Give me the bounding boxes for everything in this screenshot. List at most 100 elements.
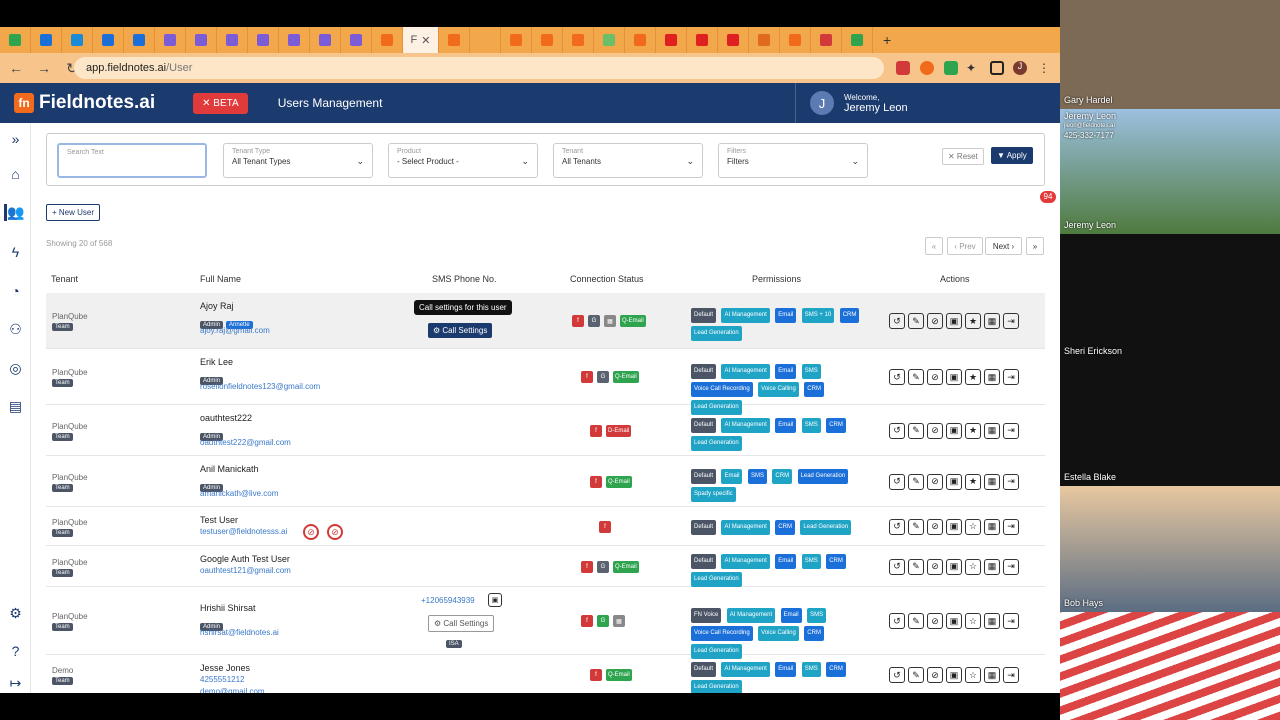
browser-tab[interactable] <box>310 27 341 53</box>
browser-tab[interactable] <box>341 27 372 53</box>
calendar-icon[interactable]: ▦ <box>984 369 1000 385</box>
block-icon[interactable]: ⊘ <box>927 667 943 683</box>
browser-tab[interactable] <box>718 27 749 53</box>
next-page-button[interactable]: Next › <box>985 237 1022 255</box>
filters-select[interactable]: Filters Filters ⌄ <box>718 143 868 178</box>
phone-number[interactable]: 4255551212 <box>200 675 245 684</box>
edit-icon[interactable]: ✎ <box>908 473 924 490</box>
browser-tab[interactable] <box>31 27 62 53</box>
reset-button[interactable]: ✕ Reset <box>942 148 984 165</box>
edit-icon[interactable]: ✎ <box>908 518 924 535</box>
browser-tab[interactable] <box>625 27 656 53</box>
calendar-icon[interactable]: ▦ <box>984 558 1000 575</box>
browser-tab[interactable] <box>501 27 532 53</box>
sms-phone[interactable]: +12065943939 <box>421 596 475 605</box>
history-icon[interactable]: ↺ <box>889 667 905 683</box>
login-icon[interactable]: ⇥ <box>1003 473 1019 490</box>
edit-icon[interactable]: ✎ <box>908 667 924 683</box>
copy-icon[interactable]: ▣ <box>946 369 962 385</box>
edit-icon[interactable]: ✎ <box>908 558 924 575</box>
login-icon[interactable]: ⇥ <box>1003 613 1019 629</box>
prev-page-button[interactable]: ‹ Prev <box>947 237 983 255</box>
browser-tab[interactable] <box>217 27 248 53</box>
copy-icon[interactable]: ▣ <box>946 518 962 535</box>
back-icon[interactable]: ← <box>4 60 28 76</box>
browser-tab[interactable] <box>811 27 842 53</box>
email-link[interactable]: demo@gmail.com <box>200 687 265 693</box>
star-icon[interactable]: ★ <box>965 473 981 490</box>
email-link[interactable]: testuser@fieldnotesss.ai <box>200 527 287 536</box>
extension-icon[interactable] <box>944 61 958 75</box>
browser-tab[interactable] <box>62 27 93 53</box>
beta-badge[interactable]: ✕ BETA <box>193 92 248 114</box>
edit-icon[interactable]: ✎ <box>908 422 924 439</box>
inbox-icon[interactable]: ▤ <box>7 398 24 415</box>
copy-icon[interactable]: ▣ <box>946 422 962 439</box>
first-page-button[interactable]: « <box>925 237 943 255</box>
history-icon[interactable]: ↺ <box>889 518 905 535</box>
url-field[interactable]: app.fieldnotes.ai/User <box>74 57 884 79</box>
history-icon[interactable]: ↺ <box>889 473 905 490</box>
apply-button[interactable]: ▼ Apply <box>991 147 1033 164</box>
new-user-button[interactable]: + New User <box>46 204 101 221</box>
star-icon[interactable]: ☆ <box>965 667 981 683</box>
email-link[interactable]: oauthtest121@gmail.com <box>200 566 291 575</box>
browser-tab[interactable] <box>248 27 279 53</box>
email-link[interactable]: ajoy.raj@gmail.com <box>200 326 270 335</box>
history-icon[interactable]: ↺ <box>889 313 905 329</box>
tenant-select[interactable]: Tenant All Tenants ⌄ <box>553 143 703 178</box>
browser-tab[interactable] <box>749 27 780 53</box>
users-icon[interactable]: 👥 <box>4 204 24 221</box>
star-icon[interactable]: ☆ <box>965 613 981 629</box>
globe-icon[interactable]: ◎ <box>7 360 24 377</box>
edit-icon[interactable]: ✎ <box>908 313 924 329</box>
calendar-icon[interactable]: ▦ <box>984 422 1000 439</box>
copy-icon[interactable]: ▣ <box>946 313 962 329</box>
star-icon[interactable]: ☆ <box>965 518 981 535</box>
calendar-icon[interactable]: ▦ <box>984 473 1000 490</box>
block-icon[interactable]: ⊘ <box>927 613 943 629</box>
block-icon[interactable]: ⊘ <box>927 313 943 329</box>
last-page-button[interactable]: » <box>1026 237 1044 255</box>
login-icon[interactable]: ⇥ <box>1003 369 1019 385</box>
browser-tab-active[interactable]: F ✕ <box>403 27 439 53</box>
calendar-icon[interactable]: ▦ <box>984 667 1000 683</box>
history-icon[interactable]: ↺ <box>889 369 905 385</box>
copy-icon[interactable]: ▣ <box>488 593 502 607</box>
notification-badge[interactable]: 94 <box>1040 191 1056 203</box>
browser-tab[interactable] <box>155 27 186 53</box>
logout-icon[interactable]: ↦ <box>7 675 24 692</box>
user-settings-icon[interactable]: ⚇ <box>7 321 24 338</box>
bolt-icon[interactable]: ϟ <box>7 244 24 261</box>
browser-tab[interactable] <box>186 27 217 53</box>
email-link[interactable]: hshirsat@fieldnotes.ai <box>200 628 279 637</box>
browser-tab[interactable] <box>470 27 501 53</box>
sidebar-icon[interactable] <box>990 61 1004 75</box>
logo[interactable]: fn Fieldnotes.ai <box>14 92 155 114</box>
login-icon[interactable]: ⇥ <box>1003 667 1019 683</box>
tenant-type-select[interactable]: Tenant Type All Tenant Types ⌄ <box>223 143 373 178</box>
browser-tab[interactable] <box>124 27 155 53</box>
browser-tab[interactable] <box>93 27 124 53</box>
edit-icon[interactable]: ✎ <box>908 369 924 385</box>
star-icon[interactable]: ★ <box>965 422 981 439</box>
copy-icon[interactable]: ▣ <box>946 558 962 575</box>
new-tab-button[interactable]: + <box>883 32 891 48</box>
help-icon[interactable]: ? <box>7 643 24 660</box>
email-link[interactable]: roselionfieldnotes123@gmail.com <box>200 382 320 391</box>
block-icon[interactable]: ⊘ <box>927 473 943 490</box>
star-icon[interactable]: ★ <box>965 369 981 385</box>
history-icon[interactable]: ↺ <box>889 422 905 439</box>
browser-tab[interactable] <box>780 27 811 53</box>
chart-icon[interactable]: ◔ <box>7 283 24 300</box>
puzzle-icon[interactable]: ✦ <box>966 61 980 75</box>
browser-tab[interactable] <box>563 27 594 53</box>
star-icon[interactable]: ☆ <box>965 558 981 575</box>
bank-icon[interactable]: ⌂ <box>7 166 24 183</box>
extension-icon[interactable] <box>920 61 934 75</box>
browser-tab[interactable] <box>372 27 403 53</box>
call-settings-button[interactable]: ⚙ Call Settings <box>428 323 493 338</box>
history-icon[interactable]: ↺ <box>889 613 905 629</box>
block-icon[interactable]: ⊘ <box>927 518 943 535</box>
forward-icon[interactable]: → <box>32 60 56 76</box>
